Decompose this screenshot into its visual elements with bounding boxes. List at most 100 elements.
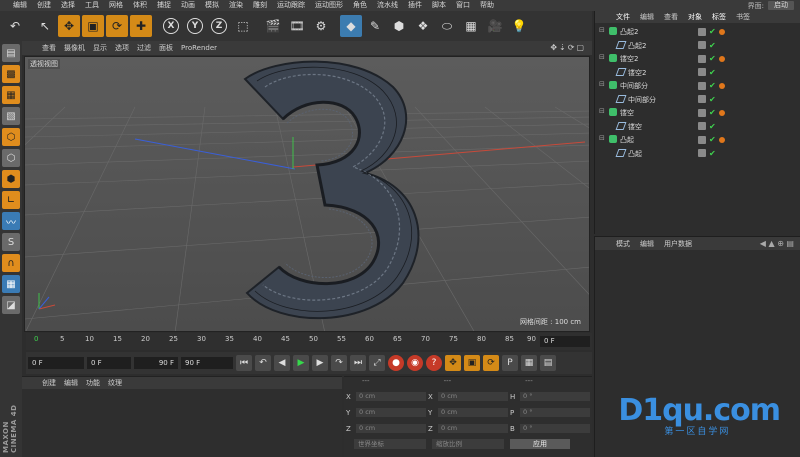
workplane-grid-button[interactable]: ▦ (2, 275, 20, 293)
render-view-button[interactable]: 🎬 (262, 15, 284, 37)
floor-button[interactable]: ▦ (460, 15, 482, 37)
scheme-button[interactable]: ▤ (540, 355, 556, 371)
viewport-menu-display[interactable]: 显示 (89, 43, 111, 53)
render-picture-viewer-button[interactable]: 🎞 (286, 15, 308, 37)
position-y-field[interactable]: 0 cm (356, 408, 426, 417)
size-x-field[interactable]: 0 cm (438, 392, 508, 401)
visibility-icon[interactable] (698, 81, 706, 90)
viewport-menu-panel[interactable]: 面板 (155, 43, 177, 53)
menu-plugins[interactable]: 插件 (403, 0, 427, 11)
texture-mode-button[interactable]: ▦ (2, 86, 20, 104)
coordinate-system-button[interactable]: ⬚ (232, 15, 254, 37)
om-menu-edit[interactable]: 编辑 (635, 12, 659, 22)
key-position-button[interactable]: ✥ (445, 355, 461, 371)
menu-motion-tracking[interactable]: 运动跟踪 (272, 0, 310, 11)
enabled-check-icon[interactable]: ✔ (709, 122, 716, 131)
axis-x-button[interactable]: X (160, 15, 182, 37)
polygons-mode-button[interactable]: ⬢ (2, 170, 20, 188)
apply-button[interactable]: 应用 (510, 439, 570, 449)
phong-tag-icon[interactable] (718, 109, 725, 116)
range-end-field[interactable]: 90 F (134, 357, 178, 369)
material-menu-create[interactable]: 创建 (38, 378, 60, 388)
visibility-icon[interactable] (698, 27, 706, 36)
points-mode-button[interactable]: ⬡ (2, 128, 20, 146)
attr-menu-user-data[interactable]: 用户数据 (659, 239, 697, 249)
position-x-field[interactable]: 0 cm (356, 392, 426, 401)
om-menu-tags[interactable]: 标签 (707, 12, 731, 22)
material-menu-edit[interactable]: 编辑 (60, 378, 82, 388)
cube-button[interactable]: ◆ (340, 15, 362, 37)
visibility-icon[interactable] (698, 122, 706, 130)
enabled-check-icon[interactable]: ✔ (709, 81, 716, 90)
visibility-icon[interactable] (698, 135, 706, 144)
select-tool-button[interactable]: ↖ (34, 15, 56, 37)
motion-path-button[interactable]: ⤢ (369, 355, 385, 371)
magnet-button[interactable]: ∩ (2, 254, 20, 272)
timeline[interactable]: 0 5 10 15 20 25 30 35 40 45 50 55 60 65 … (26, 333, 592, 350)
object-row[interactable]: ⊟ 中间部分 ✔ (595, 79, 800, 93)
object-row[interactable]: ⊟ 镂空2 ✔ (595, 52, 800, 66)
array-button[interactable]: ❖ (412, 15, 434, 37)
menu-mograph[interactable]: 运动图形 (310, 0, 348, 11)
make-editable-button[interactable]: ▤ (2, 44, 20, 62)
menu-help[interactable]: 帮助 (475, 0, 499, 11)
menu-sculpt[interactable]: 雕刻 (248, 0, 272, 11)
collapse-icon[interactable]: ⊟ (599, 80, 605, 88)
viewport-menu-prorender[interactable]: ProRender (177, 44, 221, 52)
camera-button[interactable]: 🎥 (484, 15, 506, 37)
om-menu-view[interactable]: 查看 (659, 12, 683, 22)
object-row[interactable]: ⊟ 凸起 ✔ (595, 133, 800, 147)
menu-edit[interactable]: 编辑 (8, 0, 32, 11)
visibility-icon[interactable] (698, 108, 706, 117)
record-button[interactable]: ● (388, 355, 404, 371)
size-z-field[interactable]: 0 cm (438, 424, 508, 433)
enabled-check-icon[interactable]: ✔ (709, 135, 716, 144)
object-row[interactable]: ⊟ 凸起2 ✔ (595, 25, 800, 39)
recent-tool-button[interactable]: ✚ (130, 15, 152, 37)
lock-workplane-button[interactable]: ◪ (2, 296, 20, 314)
go-to-end-button[interactable]: ⏭ (350, 355, 366, 371)
light-button[interactable]: 💡 (508, 15, 530, 37)
range-start-field[interactable]: 0 F (87, 357, 131, 369)
key-parameter-button[interactable]: P (502, 355, 518, 371)
key-scale-button[interactable]: ▣ (464, 355, 480, 371)
axis-y-button[interactable]: Y (184, 15, 206, 37)
object-row[interactable]: 镂空2 ✔ (595, 66, 800, 80)
move-tool-button[interactable]: ✥ (58, 15, 80, 37)
viewport-menu-options[interactable]: 选项 (111, 43, 133, 53)
phong-tag-icon[interactable] (718, 82, 725, 89)
object-row[interactable]: 中间部分 ✔ (595, 93, 800, 107)
enabled-check-icon[interactable]: ✔ (709, 108, 716, 117)
om-menu-objects[interactable]: 对象 (683, 12, 707, 22)
end-frame-field[interactable]: 90 F (181, 357, 233, 369)
menu-volume[interactable]: 体积 (128, 0, 152, 11)
viewport-navigation-icons[interactable]: ✥⇣⟳▢ (550, 43, 586, 52)
enabled-check-icon[interactable]: ✔ (709, 54, 716, 63)
attr-menu-edit[interactable]: 编辑 (635, 239, 659, 249)
menu-pipeline[interactable]: 流水线 (372, 0, 403, 11)
object-row[interactable]: ⊟ 镂空 ✔ (595, 106, 800, 120)
collapse-icon[interactable]: ⊟ (599, 134, 605, 142)
attr-menu-mode[interactable]: 模式 (611, 239, 635, 249)
deformer-button[interactable]: ⬭ (436, 15, 458, 37)
play-button[interactable]: ▶ (293, 355, 309, 371)
rotation-b-field[interactable]: 0 ° (520, 424, 590, 433)
material-menu-texture[interactable]: 纹理 (104, 378, 126, 388)
prev-key-button[interactable]: ↶ (255, 355, 271, 371)
material-menu-function[interactable]: 功能 (82, 378, 104, 388)
rotate-tool-button[interactable]: ⟳ (106, 15, 128, 37)
enabled-check-icon[interactable]: ✔ (709, 95, 716, 104)
viewport-menu-camera[interactable]: 摄像机 (60, 43, 89, 53)
visibility-icon[interactable] (698, 68, 706, 76)
next-key-button[interactable]: ↷ (331, 355, 347, 371)
size-mode-dropdown[interactable]: 缩放比例 (432, 439, 504, 449)
enabled-check-icon[interactable]: ✔ (709, 41, 716, 50)
autokey-button[interactable]: ◉ (407, 355, 423, 371)
enabled-check-icon[interactable]: ✔ (709, 149, 716, 158)
visibility-icon[interactable] (698, 149, 706, 157)
visibility-icon[interactable] (698, 95, 706, 103)
menu-tools[interactable]: 工具 (80, 0, 104, 11)
menu-window[interactable]: 窗口 (451, 0, 475, 11)
go-to-start-button[interactable]: ⏮ (236, 355, 252, 371)
edges-mode-button[interactable]: ⬡ (2, 149, 20, 167)
